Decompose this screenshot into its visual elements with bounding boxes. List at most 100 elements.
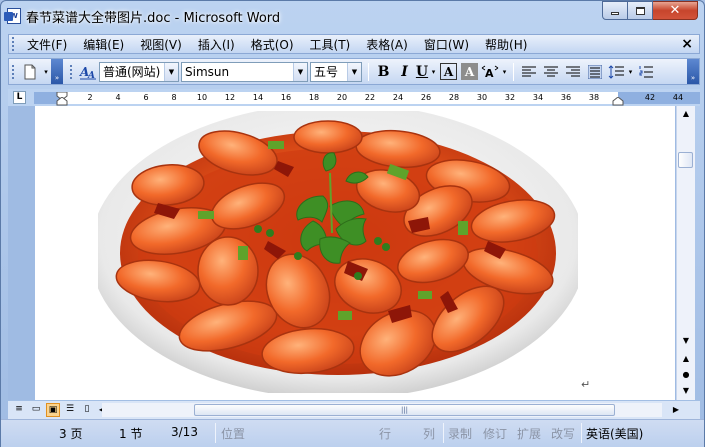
menu-view[interactable]: 视图(V) bbox=[132, 36, 190, 53]
character-scaling-dropdown[interactable]: ▾ bbox=[500, 61, 509, 82]
right-indent-marker[interactable] bbox=[612, 97, 624, 106]
horizontal-ruler[interactable]: 2 4 6 8 10 12 14 16 18 20 22 24 26 28 30… bbox=[34, 92, 700, 106]
numbered-list-icon bbox=[639, 65, 653, 77]
tab-selector[interactable]: L bbox=[13, 91, 26, 104]
status-language[interactable]: 英语(美国) bbox=[586, 425, 643, 442]
toolbar-overflow-chevron[interactable]: » bbox=[51, 59, 63, 84]
font-size-value: 五号 bbox=[314, 65, 339, 79]
align-center-button[interactable] bbox=[540, 61, 562, 82]
horizontal-scroll-track[interactable]: ||| bbox=[102, 403, 662, 417]
shrimp-dish-picture bbox=[98, 111, 578, 393]
svg-text:A: A bbox=[485, 67, 494, 80]
align-left-button[interactable] bbox=[518, 61, 540, 82]
font-size-select[interactable]: 五号 ▼ bbox=[310, 61, 362, 82]
character-border-button[interactable]: A bbox=[440, 63, 457, 80]
status-line: 行 bbox=[379, 427, 392, 441]
font-select[interactable]: Simsun ▼ bbox=[181, 61, 308, 82]
line-spacing-dropdown[interactable]: ▾ bbox=[626, 61, 635, 82]
status-page: 3 页 bbox=[59, 427, 83, 441]
character-scaling-button[interactable]: A bbox=[480, 61, 500, 82]
menu-grip[interactable] bbox=[12, 37, 15, 51]
ruler-number: 6 bbox=[143, 93, 149, 102]
align-right-button[interactable] bbox=[562, 61, 584, 82]
chevron-down-icon[interactable]: ▼ bbox=[293, 62, 307, 81]
outline-view-button[interactable]: ☰ bbox=[63, 403, 77, 417]
new-document-icon bbox=[24, 64, 36, 79]
ruler-number: 30 bbox=[476, 93, 488, 102]
line-spacing-button[interactable] bbox=[606, 61, 626, 82]
web-layout-view-button[interactable]: ▭ bbox=[29, 403, 43, 417]
menu-edit[interactable]: 编辑(E) bbox=[75, 36, 132, 53]
scroll-right-button[interactable]: ▶ bbox=[670, 403, 682, 417]
styles-formatting-button[interactable]: AA bbox=[77, 61, 99, 82]
close-icon: ✕ bbox=[669, 3, 681, 18]
chevron-down-icon[interactable]: ▼ bbox=[164, 62, 178, 81]
reading-layout-view-button[interactable]: ▯ bbox=[80, 403, 94, 417]
menu-bar: 文件(F) 编辑(E) 视图(V) 插入(I) 格式(O) 工具(T) 表格(A… bbox=[8, 34, 700, 54]
shrimp-dish-image[interactable] bbox=[98, 111, 578, 393]
word-window: W 春节菜谱大全带图片.doc - Microsoft Word ✕ 文件(F)… bbox=[0, 0, 705, 447]
vertical-scroll-thumb[interactable] bbox=[678, 152, 693, 168]
next-page-button[interactable]: ▼ bbox=[678, 384, 694, 398]
menu-window[interactable]: 窗口(W) bbox=[416, 36, 477, 53]
styles-icon: AA bbox=[79, 65, 96, 80]
previous-page-button[interactable]: ▲ bbox=[678, 352, 694, 366]
maximize-button[interactable] bbox=[628, 1, 653, 20]
menu-insert[interactable]: 插入(I) bbox=[190, 36, 243, 53]
toolbar-separator bbox=[513, 62, 514, 81]
menu-table[interactable]: 表格(A) bbox=[358, 36, 416, 53]
document-page[interactable]: ↵ bbox=[35, 106, 675, 400]
menu-help[interactable]: 帮助(H) bbox=[477, 36, 535, 53]
underline-dropdown[interactable]: ▾ bbox=[429, 61, 438, 82]
minimize-button[interactable] bbox=[602, 1, 628, 20]
character-scaling-icon: A bbox=[481, 65, 499, 80]
justify-button[interactable] bbox=[584, 61, 606, 82]
select-browse-object-button[interactable]: ● bbox=[678, 368, 694, 382]
minimize-icon bbox=[611, 12, 619, 15]
ruler-number: 44 bbox=[672, 93, 684, 102]
status-column: 列 bbox=[423, 427, 436, 441]
toolbar-overflow-chevron[interactable]: » bbox=[687, 59, 699, 84]
bold-button[interactable]: B bbox=[373, 61, 394, 82]
scroll-down-button[interactable]: ▼ bbox=[678, 334, 694, 348]
toolbar-grip[interactable] bbox=[12, 64, 15, 79]
underline-button[interactable]: U bbox=[415, 61, 429, 82]
ruler-number: 16 bbox=[280, 93, 292, 102]
numbering-button[interactable] bbox=[635, 61, 657, 82]
status-record-macro[interactable]: 录制 bbox=[448, 425, 472, 442]
new-document-dropdown[interactable]: ▾ bbox=[41, 61, 51, 82]
align-center-icon bbox=[544, 66, 558, 76]
print-layout-view-button[interactable]: ▣ bbox=[46, 403, 60, 417]
status-separator bbox=[215, 423, 216, 443]
ruler-number: 4 bbox=[115, 93, 121, 102]
chevron-down-icon[interactable]: ▼ bbox=[347, 62, 361, 81]
ruler-number: 42 bbox=[644, 93, 656, 102]
new-document-button[interactable] bbox=[19, 61, 41, 82]
word-doc-icon[interactable]: W bbox=[4, 8, 21, 24]
status-track-changes[interactable]: 修订 bbox=[483, 425, 507, 442]
style-select-value: 普通(网站) bbox=[103, 65, 161, 79]
character-shading-button[interactable]: A bbox=[461, 63, 478, 80]
close-button[interactable]: ✕ bbox=[653, 1, 698, 20]
menu-file[interactable]: 文件(F) bbox=[19, 36, 75, 53]
maximize-icon bbox=[635, 6, 645, 15]
horizontal-scroll-row: ≡ ▭ ▣ ☰ ▯ ◀ ||| ▶ bbox=[8, 401, 700, 419]
document-area[interactable]: ↵ bbox=[8, 106, 676, 400]
hanging-indent-marker[interactable] bbox=[56, 97, 68, 106]
window-controls: ✕ bbox=[602, 1, 698, 21]
title-bar[interactable]: W 春节菜谱大全带图片.doc - Microsoft Word ✕ bbox=[1, 1, 704, 31]
menu-format[interactable]: 格式(O) bbox=[243, 36, 302, 53]
ruler-number: 22 bbox=[364, 93, 376, 102]
scroll-up-button[interactable]: ▲ bbox=[678, 107, 694, 121]
status-overtype[interactable]: 改写 bbox=[551, 425, 575, 442]
document-close-button[interactable]: × bbox=[681, 36, 693, 52]
style-select[interactable]: 普通(网站) ▼ bbox=[99, 61, 179, 82]
italic-button[interactable]: I bbox=[394, 61, 415, 82]
normal-view-button[interactable]: ≡ bbox=[12, 403, 26, 417]
toolbar-grip-2[interactable] bbox=[70, 64, 73, 79]
horizontal-ruler-row: L 2 4 6 8 10 12 14 16 18 20 22 24 26 28 … bbox=[8, 89, 700, 106]
menu-tools[interactable]: 工具(T) bbox=[302, 36, 359, 53]
horizontal-scroll-thumb[interactable]: ||| bbox=[194, 404, 615, 416]
status-extend-selection[interactable]: 扩展 bbox=[517, 425, 541, 442]
vertical-scrollbar[interactable]: ▲ ▼ ▲ ● ▼ bbox=[676, 106, 695, 400]
